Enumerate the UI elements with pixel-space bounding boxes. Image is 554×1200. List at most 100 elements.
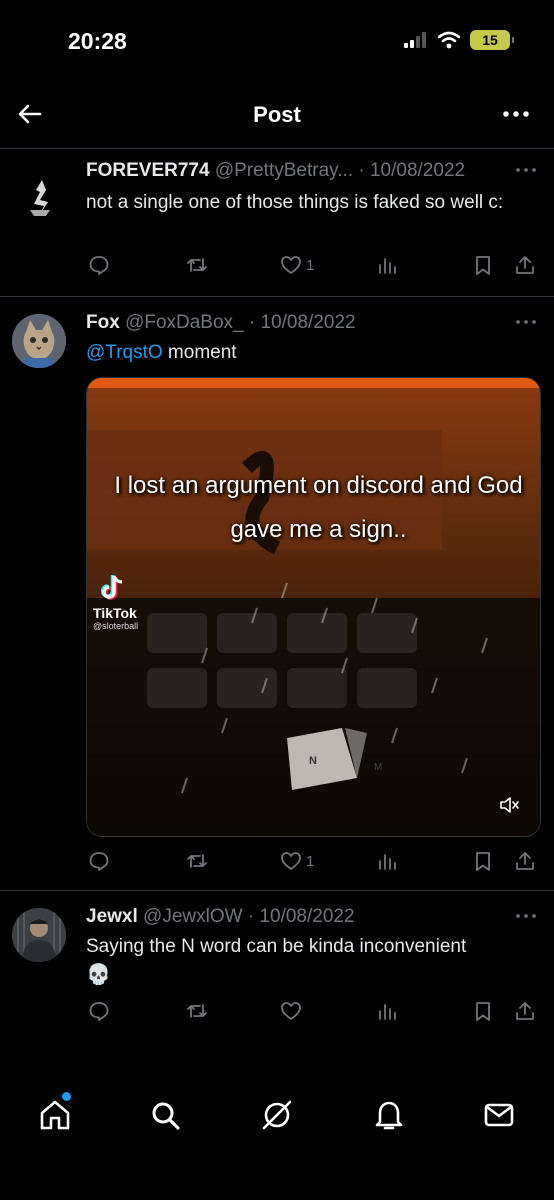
views-button[interactable] — [376, 996, 398, 1026]
like-count: 1 — [306, 852, 315, 870]
tweet-text-body: moment — [162, 342, 237, 363]
repost-button[interactable] — [186, 846, 208, 876]
messages-icon[interactable] — [482, 1098, 516, 1132]
timestamp: · 10/08/2022 — [248, 312, 356, 333]
divider — [0, 296, 554, 297]
repost-button[interactable] — [186, 250, 208, 280]
tiktok-handle: @sloterball — [93, 621, 139, 631]
tweet-more-icon[interactable] — [514, 318, 538, 326]
more-options-icon[interactable] — [502, 108, 530, 120]
bookmark-button[interactable] — [472, 250, 494, 280]
post-header: Post — [0, 84, 554, 146]
key-letter: N — [309, 755, 317, 767]
battery-level: 15 — [482, 32, 498, 48]
status-time: 20:28 — [68, 28, 127, 54]
avatar[interactable] — [12, 314, 66, 368]
reply-icon — [89, 1002, 109, 1021]
display-name[interactable]: Jewxl — [86, 906, 138, 927]
repost-icon — [187, 854, 207, 868]
bookmark-icon — [476, 1002, 490, 1021]
grok-icon[interactable] — [260, 1098, 294, 1132]
divider — [0, 890, 554, 891]
avatar-cat-icon — [12, 314, 66, 368]
tweet-more-icon[interactable] — [514, 166, 538, 174]
like-button[interactable]: 1 — [280, 846, 314, 876]
page-title: Post — [253, 102, 301, 127]
tiktok-watermark: TikTok @sloterball — [93, 574, 138, 631]
tweet-actions: 1 — [0, 250, 554, 280]
tweet-text: @TrqstO moment — [86, 340, 532, 366]
home-icon[interactable] — [38, 1098, 72, 1132]
notifications-icon[interactable] — [372, 1098, 406, 1132]
reply-icon — [89, 256, 109, 275]
tweet[interactable]: Jewxl @JewxlOW · 10/08/2022 Saying the N… — [0, 906, 554, 1036]
views-icon — [379, 854, 396, 870]
repost-icon — [187, 258, 207, 272]
key-letter-2: M — [374, 762, 383, 773]
handle[interactable]: @PrettyBetray... — [215, 160, 353, 181]
repost-button[interactable] — [186, 996, 208, 1026]
like-icon — [281, 852, 301, 870]
views-icon — [379, 1004, 396, 1020]
handle[interactable]: @FoxDaBox_ — [125, 312, 244, 333]
bottom-nav — [0, 1080, 554, 1150]
timestamp: · 10/08/2022 — [247, 906, 355, 927]
share-icon — [516, 852, 534, 870]
handle[interactable]: @JewxlOW — [143, 906, 243, 927]
status-icons: 15 — [404, 30, 514, 50]
video-caption: I lost an argument on discord and God ga… — [114, 472, 523, 543]
repost-icon — [187, 1004, 207, 1018]
tweet-header: FOREVER774 @PrettyBetray... · 10/08/2022 — [86, 160, 534, 188]
like-count: 1 — [306, 256, 315, 274]
avatar-person-icon — [12, 908, 66, 962]
bookmark-icon — [476, 852, 490, 871]
tweet-more-icon[interactable] — [514, 912, 538, 920]
video-frame — [87, 378, 540, 836]
display-name[interactable]: Fox — [86, 312, 120, 333]
views-icon — [379, 258, 396, 274]
home-notification-dot — [62, 1092, 71, 1101]
reply-button[interactable] — [88, 996, 110, 1026]
like-button[interactable] — [280, 996, 302, 1026]
share-icon — [516, 256, 534, 274]
divider — [0, 148, 554, 149]
bookmark-icon — [476, 256, 490, 275]
share-button[interactable] — [514, 996, 536, 1026]
search-icon[interactable] — [148, 1098, 182, 1132]
tweet-text: Saying the N word can be kinda inconveni… — [86, 936, 467, 957]
tweet-actions — [0, 996, 554, 1026]
like-button[interactable]: 1 — [280, 250, 314, 280]
display-name[interactable]: FOREVER774 — [86, 160, 210, 181]
views-button[interactable] — [376, 250, 398, 280]
video-player[interactable]: N M I lost an argument on discord and Go… — [86, 377, 541, 837]
tweet-actions: 1 — [0, 846, 554, 876]
bookmark-button[interactable] — [472, 846, 494, 876]
status-bar: 20:28 15 — [0, 0, 554, 84]
reply-button[interactable] — [88, 250, 110, 280]
share-icon — [516, 1002, 534, 1020]
mention-link[interactable]: @TrqstO — [86, 342, 163, 363]
tweet[interactable]: Fox @FoxDaBox_ · 10/08/2022 @TrqstO mome… — [0, 312, 554, 887]
timestamp: · 10/08/2022 — [358, 160, 466, 181]
share-button[interactable] — [514, 846, 536, 876]
skull-emoji: 💀 — [86, 964, 111, 986]
tweet-header: Fox @FoxDaBox_ · 10/08/2022 — [86, 312, 534, 340]
like-icon — [281, 256, 301, 274]
avatar[interactable] — [12, 170, 66, 224]
tweet-text: not a single one of those things is fake… — [86, 192, 504, 213]
avatar-figure-icon — [30, 180, 50, 216]
tiktok-logo-icon — [100, 575, 123, 600]
like-icon — [281, 1002, 301, 1020]
bookmark-button[interactable] — [472, 996, 494, 1026]
reply-button[interactable] — [88, 846, 110, 876]
share-button[interactable] — [514, 250, 536, 280]
tweet-header: Jewxl @JewxlOW · 10/08/2022 — [86, 906, 534, 934]
battery-icon: 15 — [470, 30, 514, 50]
tweet[interactable]: FOREVER774 @PrettyBetray... · 10/08/2022… — [0, 160, 554, 295]
views-button[interactable] — [376, 846, 398, 876]
mute-icon[interactable] — [498, 794, 520, 816]
tiktok-brand: TikTok — [93, 605, 137, 621]
wifi-icon — [437, 31, 461, 49]
avatar[interactable] — [12, 908, 66, 962]
signal-icon — [404, 32, 426, 48]
